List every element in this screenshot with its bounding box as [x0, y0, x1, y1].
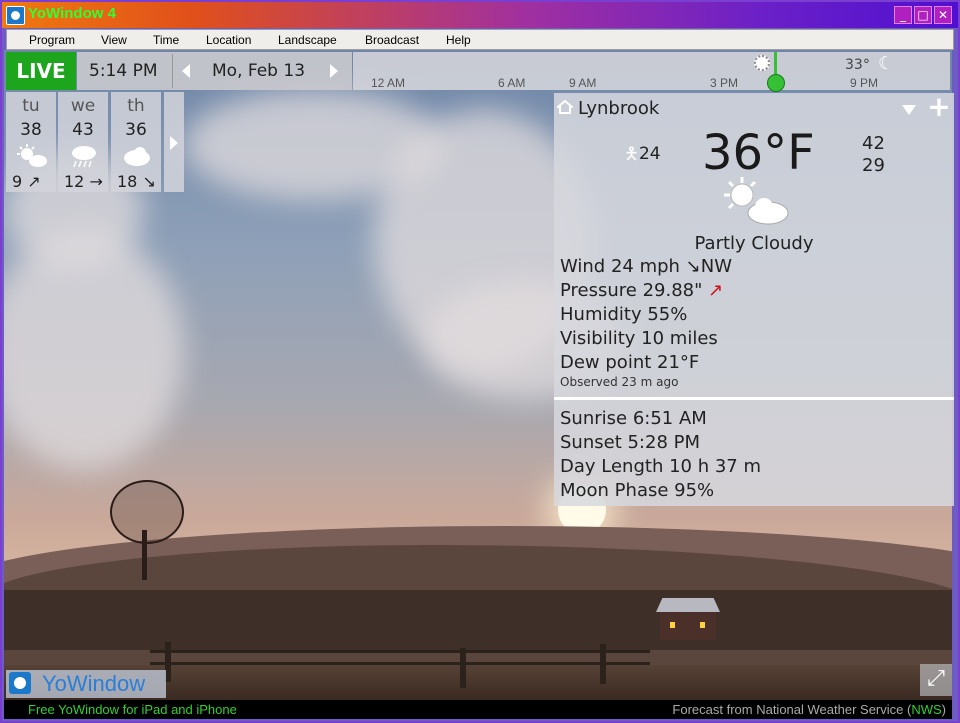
window-title: YoWindow 4 — [28, 5, 116, 22]
forecast-day-name: th — [127, 96, 145, 116]
add-location-button[interactable]: + — [926, 93, 952, 121]
timeline-cursor[interactable] — [774, 52, 777, 74]
location-header: Lynbrook + — [554, 93, 954, 123]
current-date[interactable]: Mo, Feb 13 — [212, 61, 305, 81]
forecast-temp: 38 — [20, 120, 42, 140]
home-icon[interactable] — [557, 100, 573, 114]
forecast-wind: 9 ↗ — [12, 172, 41, 191]
current-weather-panel: Lynbrook + 🯅24 36°F 42 29 Partly Cloudy … — [554, 93, 954, 506]
condition-text: Partly Cloudy — [694, 233, 814, 254]
logo-text: YoWindow — [42, 671, 146, 696]
menu-help[interactable]: Help — [446, 33, 471, 47]
current-temperature: 36°F — [702, 125, 815, 181]
partly-cloudy-icon — [724, 177, 789, 225]
pressure-value: Pressure 29.88" — [560, 280, 703, 301]
sun-icon — [754, 55, 770, 71]
forecast-source-text: Forecast from National Weather Service ( — [672, 702, 912, 717]
menu-view[interactable]: View — [101, 33, 127, 47]
menu-broadcast[interactable]: Broadcast — [365, 33, 419, 47]
sunrise-info: Sunrise 6:51 AM — [560, 408, 707, 429]
timeline-tick: 9 AM — [569, 76, 597, 90]
panel-divider — [554, 397, 954, 400]
fence-post — [460, 648, 466, 688]
forecast-temp: 36 — [125, 120, 147, 140]
previous-day-arrow-icon[interactable] — [182, 64, 190, 78]
forecast-day-name: tu — [22, 96, 40, 116]
feels-like-value: 24 — [638, 144, 661, 164]
fullscreen-icon[interactable]: ⤢ — [920, 664, 952, 696]
app-icon[interactable] — [6, 6, 25, 25]
location-dropdown-icon[interactable] — [902, 105, 916, 115]
close-button[interactable]: ✕ — [934, 6, 952, 24]
pressure-trend-icon: ↗ — [708, 280, 724, 301]
high-temperature: 42 — [862, 133, 885, 154]
menu-program[interactable]: Program — [29, 33, 75, 47]
menu-time[interactable]: Time — [153, 33, 179, 47]
timeline-handle[interactable] — [767, 74, 785, 92]
timeline-temperature: 33° — [845, 57, 870, 73]
title-bar[interactable]: YoWindow 4 _ □ ✕ — [2, 2, 958, 28]
tree-trunk — [142, 530, 147, 580]
forecast-source: Forecast from National Weather Service (… — [672, 702, 946, 717]
wind-info: Wind 24 mph ↘NW — [560, 256, 733, 277]
dew-point-info: Dew point 21°F — [560, 352, 700, 373]
day-length-info: Day Length 10 h 37 m — [560, 456, 761, 477]
forecast-day[interactable]: tu 38 9 ↗ — [6, 92, 56, 192]
feels-like: 🯅24 — [624, 141, 661, 170]
visibility-info: Visibility 10 miles — [560, 328, 718, 349]
menu-bar: Program View Time Location Landscape Bro… — [6, 29, 954, 50]
house — [660, 610, 716, 640]
forecast-wind: 18 ↘ — [117, 172, 156, 191]
sunset-info: Sunset 5:28 PM — [560, 432, 701, 453]
partly-cloudy-icon — [17, 144, 47, 167]
forecast-temp: 43 — [72, 120, 94, 140]
live-button[interactable]: LIVE — [6, 52, 76, 90]
next-day-arrow-icon[interactable] — [330, 64, 338, 78]
moon-phase-info: Moon Phase 95% — [560, 480, 715, 501]
house-window — [670, 622, 675, 628]
location-name[interactable]: Lynbrook — [578, 98, 659, 119]
low-temperature: 29 — [862, 155, 885, 176]
person-icon: 🯅 — [624, 144, 639, 164]
timeline-tick: 6 AM — [498, 76, 526, 90]
house-window — [700, 622, 705, 628]
cloudy-icon — [124, 147, 150, 166]
fence-post — [600, 644, 606, 684]
observed-time: Observed 23 m ago — [560, 375, 679, 389]
sun-logo-icon — [9, 672, 31, 694]
rain-icon — [72, 146, 96, 168]
fence — [150, 662, 650, 665]
timeline-tick: 3 PM — [710, 76, 739, 90]
forecast-wind: 12 → — [64, 172, 103, 191]
timeline-tick: 9 PM — [850, 76, 879, 90]
nws-link[interactable]: NWS — [911, 702, 941, 717]
ground — [4, 590, 952, 650]
moon-icon: ☾ — [878, 53, 895, 74]
forecast-day[interactable]: we 43 12 → — [58, 92, 108, 192]
yowindow-logo[interactable]: YoWindow — [6, 670, 166, 698]
humidity-info: Humidity 55% — [560, 304, 688, 325]
promo-link[interactable]: Free YoWindow for iPad and iPhone — [28, 702, 237, 717]
forecast-day[interactable]: th 36 18 ↘ — [111, 92, 161, 192]
forecast-next-arrow-icon[interactable] — [164, 92, 184, 192]
current-time[interactable]: 5:14 PM — [89, 61, 158, 81]
fence — [150, 650, 650, 653]
menu-landscape[interactable]: Landscape — [278, 33, 337, 47]
timeline-tick: 12 AM — [371, 76, 406, 90]
maximize-button[interactable]: □ — [914, 6, 932, 24]
forecast-day-name: we — [70, 96, 96, 116]
status-bar: Free YoWindow for iPad and iPhone Foreca… — [4, 700, 952, 719]
divider — [172, 54, 173, 88]
minimize-button[interactable]: _ — [894, 6, 912, 24]
forecast-source-end: ) — [941, 702, 946, 717]
menu-location[interactable]: Location — [206, 33, 251, 47]
pressure-info: Pressure 29.88" ↗ — [560, 280, 723, 301]
tree — [110, 480, 184, 544]
